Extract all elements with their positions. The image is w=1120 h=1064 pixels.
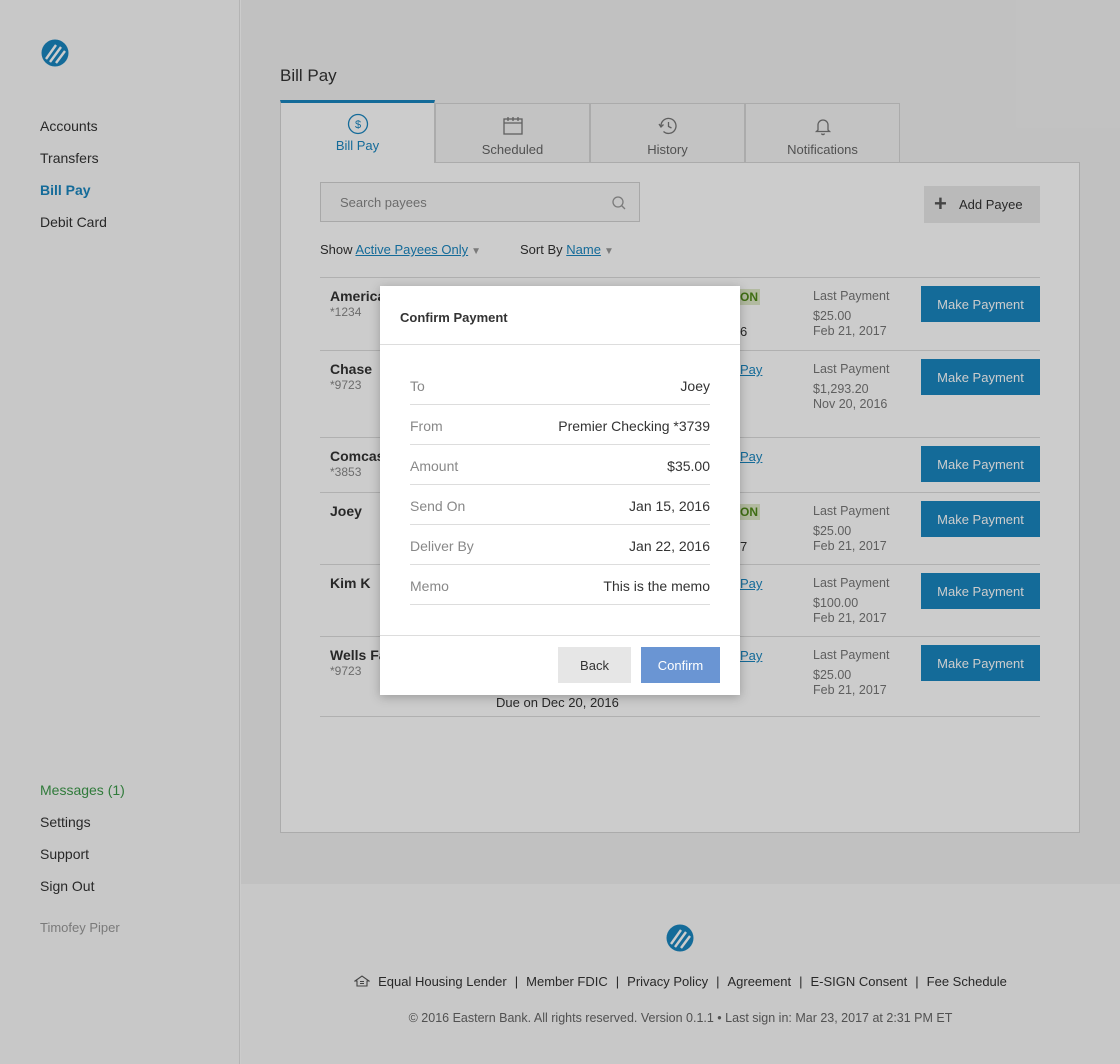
dialog-title: Confirm Payment [400, 310, 508, 325]
detail-value: Jan 15, 2016 [629, 498, 710, 514]
confirm-payment-dialog: Confirm Payment To Joey From Premier Che… [380, 286, 740, 695]
detail-value: This is the memo [603, 578, 710, 594]
detail-row-memo: Memo This is the memo [410, 565, 710, 605]
detail-label: From [410, 418, 443, 434]
back-button[interactable]: Back [558, 647, 631, 683]
detail-row-from: From Premier Checking *3739 [410, 405, 710, 445]
detail-label: Send On [410, 498, 466, 514]
detail-label: Memo [410, 578, 449, 594]
detail-label: Deliver By [410, 538, 474, 554]
payment-details: To Joey From Premier Checking *3739 Amou… [410, 365, 710, 605]
detail-value: Joey [680, 378, 710, 394]
detail-value: $35.00 [667, 458, 710, 474]
detail-value: Premier Checking *3739 [558, 418, 710, 434]
detail-label: Amount [410, 458, 459, 474]
detail-row-send-on: Send On Jan 15, 2016 [410, 485, 710, 525]
detail-row-to: To Joey [410, 365, 710, 405]
detail-value: Jan 22, 2016 [629, 538, 710, 554]
confirm-button[interactable]: Confirm [641, 647, 720, 683]
detail-row-amount: Amount $35.00 [410, 445, 710, 485]
detail-label: To [410, 378, 425, 394]
detail-row-deliver-by: Deliver By Jan 22, 2016 [410, 525, 710, 565]
divider [380, 344, 740, 345]
divider [380, 635, 740, 636]
